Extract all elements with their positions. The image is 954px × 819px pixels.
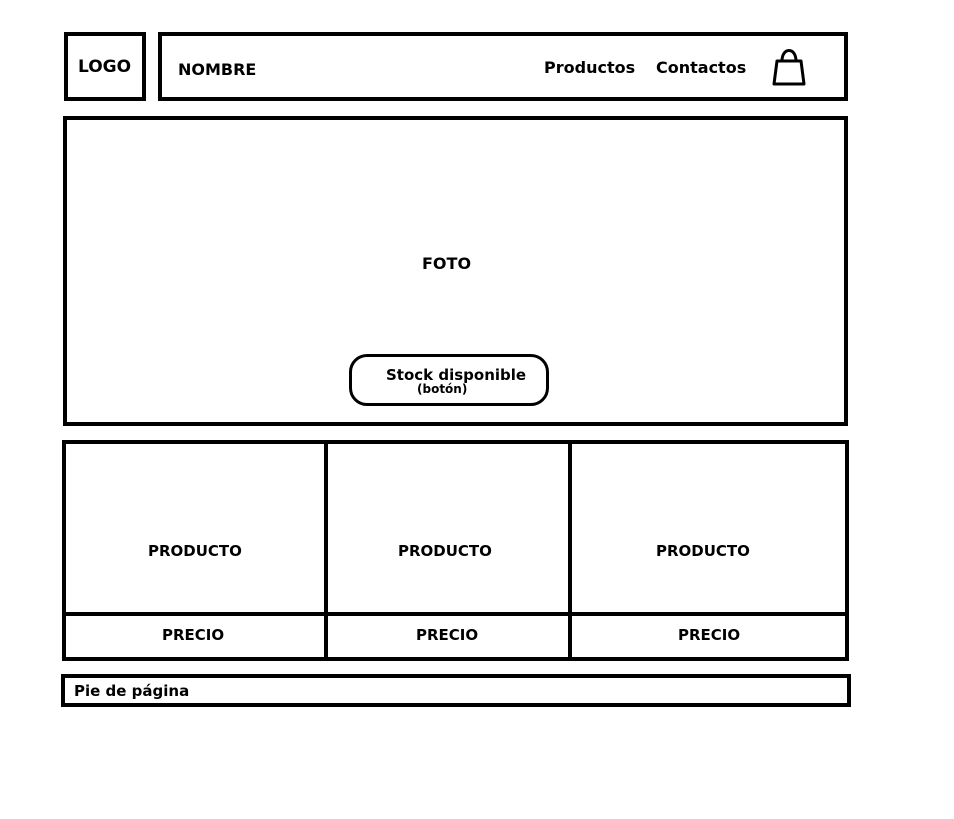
footer-text: Pie de página [74,682,190,700]
product-price: PRECIO [416,626,479,644]
photo-label: FOTO [422,254,472,273]
stock-button-sublabel: (botón) [417,382,468,396]
product-name[interactable]: PRODUCTO [656,542,750,560]
site-name: NOMBRE [178,60,257,79]
header-bar: NOMBRE Productos Contactos [158,32,848,101]
column-divider [568,444,572,657]
logo-text: LOGO [78,57,132,77]
product-price: PRECIO [162,626,225,644]
product-name[interactable]: PRODUCTO [148,542,242,560]
product-price: PRECIO [678,626,741,644]
shopping-bag-icon[interactable] [770,45,808,89]
row-divider [64,612,845,616]
stock-available-button[interactable]: Stock disponible (botón) [349,354,549,406]
logo-box[interactable]: LOGO [64,32,146,101]
column-divider [324,444,328,657]
hero-photo-area: FOTO Stock disponible (botón) [63,116,848,426]
nav-link-contactos[interactable]: Contactos [656,58,746,77]
products-grid: PRODUCTO PRODUCTO PRODUCTO PRECIO PRECIO… [62,440,849,661]
footer: Pie de página [61,674,851,707]
product-name[interactable]: PRODUCTO [398,542,492,560]
nav-link-productos[interactable]: Productos [544,58,635,77]
